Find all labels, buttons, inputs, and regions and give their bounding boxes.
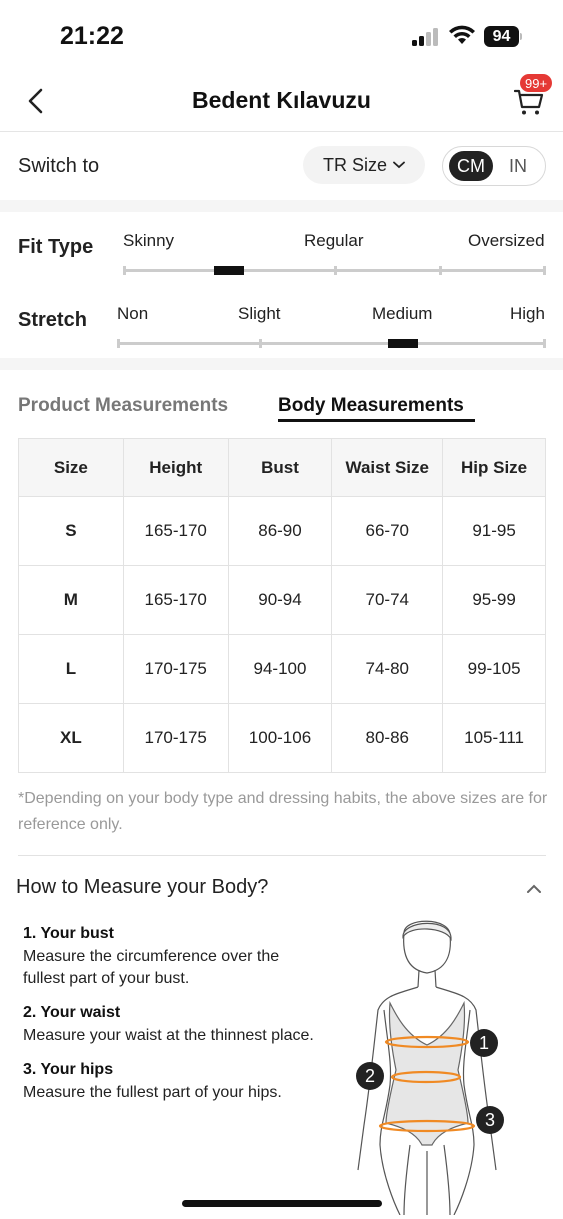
chevron-up-icon[interactable] bbox=[525, 880, 543, 898]
step-description: Measure the circumference over the fulle… bbox=[23, 948, 280, 987]
table-row: M 165-170 90-94 70-74 95-99 bbox=[18, 565, 546, 635]
stretch-label: Stretch bbox=[18, 309, 87, 331]
table-cell: 74-80 bbox=[331, 634, 444, 704]
fit-type-option: Regular bbox=[304, 231, 364, 250]
column-header: Height bbox=[122, 438, 229, 497]
home-indicator[interactable] bbox=[182, 1200, 382, 1207]
tab-body-measurements[interactable]: Body Measurements bbox=[278, 395, 464, 417]
measurement-tabs: Product Measurements Body Measurements bbox=[0, 372, 563, 434]
unit-in-option[interactable]: IN bbox=[501, 151, 535, 181]
active-tab-indicator bbox=[278, 419, 475, 422]
step-description: Measure the fullest part of your hips. bbox=[23, 1084, 282, 1101]
status-bar: 21:22 94 bbox=[0, 0, 563, 72]
column-header: Size bbox=[18, 438, 124, 497]
fit-type-label: Fit Type bbox=[18, 236, 94, 258]
how-to-measure-title[interactable]: How to Measure your Body? bbox=[16, 876, 268, 899]
table-header-row: Size Height Bust Waist Size Hip Size bbox=[18, 438, 546, 497]
marker-hips: 3 bbox=[476, 1106, 504, 1134]
wifi-icon bbox=[449, 25, 475, 44]
table-cell: XL bbox=[18, 703, 124, 773]
fit-type-option: Skinny bbox=[123, 231, 175, 250]
stretch-option: High bbox=[510, 304, 545, 323]
table-cell: 91-95 bbox=[442, 496, 546, 566]
stretch-marker bbox=[388, 339, 418, 348]
table-cell: 170-175 bbox=[122, 634, 229, 704]
table-row: S 165-170 86-90 66-70 91-95 bbox=[18, 496, 546, 566]
step-title: 3. Your hips bbox=[23, 1061, 114, 1078]
stretch-option: Slight bbox=[238, 304, 281, 323]
table-cell: 170-175 bbox=[122, 703, 229, 773]
marker-label: 2 bbox=[365, 1066, 375, 1086]
page-title: Bedent Kılavuzu bbox=[192, 87, 371, 113]
table-cell: 94-100 bbox=[227, 634, 333, 704]
marker-label: 1 bbox=[479, 1033, 489, 1053]
unit-switch-row: Switch to TR Size CM IN bbox=[0, 132, 563, 202]
column-header: Bust bbox=[227, 438, 333, 497]
stretch-option: Non bbox=[117, 304, 149, 323]
chevron-down-icon bbox=[393, 161, 405, 169]
divider bbox=[18, 855, 546, 856]
battery-level: 94 bbox=[484, 26, 519, 47]
measure-steps: 1. Your bust Measure the circumference o… bbox=[23, 922, 323, 1115]
marker-waist: 2 bbox=[356, 1062, 384, 1090]
table-cell: M bbox=[18, 565, 124, 635]
cart-count-badge: 99+ bbox=[519, 73, 554, 93]
marker-label: 3 bbox=[485, 1110, 495, 1130]
stretch-option: Medium bbox=[372, 304, 433, 323]
fit-type-option: Oversized bbox=[468, 231, 545, 250]
table-cell: 80-86 bbox=[331, 703, 444, 773]
step-description: Measure your waist at the thinnest place… bbox=[23, 1027, 314, 1044]
table-cell: 165-170 bbox=[122, 496, 229, 566]
marker-bust: 1 bbox=[470, 1029, 498, 1057]
unit-cm-option[interactable]: CM bbox=[449, 151, 493, 181]
unit-toggle: CM IN bbox=[442, 146, 546, 186]
section-divider bbox=[0, 358, 563, 370]
cellular-signal-icon bbox=[412, 28, 440, 46]
table-cell: S bbox=[18, 496, 124, 566]
body-measurement-illustration: 1 2 3 bbox=[356, 920, 504, 1215]
table-cell: 105-111 bbox=[442, 703, 546, 773]
table-cell: 90-94 bbox=[227, 565, 333, 635]
table-cell: 66-70 bbox=[331, 496, 444, 566]
status-time: 21:22 bbox=[60, 22, 124, 50]
tab-product-measurements[interactable]: Product Measurements bbox=[18, 395, 228, 417]
table-cell: 95-99 bbox=[442, 565, 546, 635]
size-system-value: TR Size bbox=[322, 154, 387, 175]
table-cell: 100-106 bbox=[227, 703, 333, 773]
section-divider bbox=[0, 200, 563, 212]
table-cell: L bbox=[18, 634, 124, 704]
fit-section: Fit Type Skinny Regular Oversized Stretc… bbox=[0, 212, 563, 358]
table-row: L 170-175 94-100 74-80 99-105 bbox=[18, 634, 546, 704]
size-table: Size Height Bust Waist Size Hip Size S 1… bbox=[18, 438, 546, 773]
step-title: 2. Your waist bbox=[23, 1004, 121, 1021]
step-title: 1. Your bust bbox=[23, 925, 114, 942]
table-row: XL 170-175 100-106 80-86 105-111 bbox=[18, 703, 546, 773]
table-cell: 86-90 bbox=[227, 496, 333, 566]
battery-icon: 94 bbox=[484, 26, 522, 47]
table-cell: 165-170 bbox=[122, 565, 229, 635]
fit-type-marker bbox=[214, 266, 244, 275]
reference-note: *Depending on your body type and dressin… bbox=[18, 790, 548, 833]
column-header: Waist Size bbox=[331, 438, 444, 497]
column-header: Hip Size bbox=[442, 438, 546, 497]
stretch-scale bbox=[117, 342, 546, 345]
table-cell: 99-105 bbox=[442, 634, 546, 704]
table-cell: 70-74 bbox=[331, 565, 444, 635]
switch-label: Switch to bbox=[18, 155, 100, 177]
size-system-dropdown[interactable]: TR Size bbox=[303, 146, 425, 184]
nav-bar: Bedent Kılavuzu 99+ bbox=[0, 72, 563, 132]
